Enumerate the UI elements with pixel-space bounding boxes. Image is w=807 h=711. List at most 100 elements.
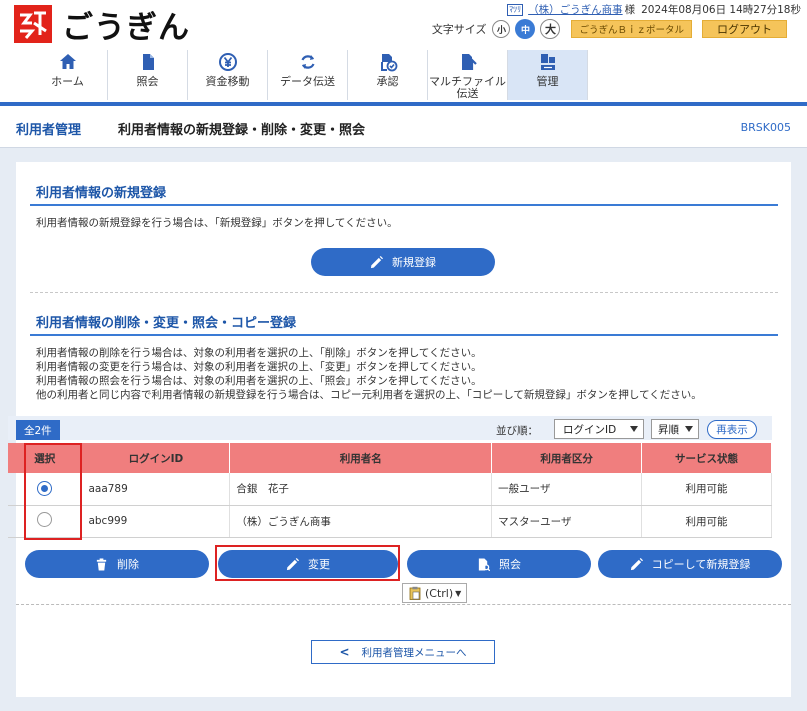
- nav-home-label: ホーム: [51, 75, 84, 88]
- nav-approval-label: 承認: [376, 75, 399, 88]
- font-size-small-button[interactable]: 小: [492, 20, 511, 38]
- yen-transfer-icon: [218, 53, 237, 71]
- nav-data-transmission-label: データ伝送: [280, 75, 335, 88]
- chevron-down-icon: ▼: [455, 588, 462, 598]
- col-service-status: サービス状態: [641, 443, 772, 473]
- trash-icon: [96, 557, 107, 571]
- chevron-down-icon: [630, 426, 638, 432]
- delete-button[interactable]: 削除: [25, 550, 209, 578]
- global-nav: ホーム 照会 資金移動 データ伝送 承認 マルチファイル 伝送 管理: [28, 50, 588, 100]
- approve-icon: [380, 54, 397, 72]
- brand-name: ごうぎん: [62, 9, 190, 46]
- page-titlebar: 利用者管理 利用者情報の新規登録・削除・変更・照会 BRSK005: [0, 106, 807, 148]
- font-size-controls: 文字サイズ 小 中 大 ごうぎんＢｉｚポータル ログアウト: [432, 19, 787, 39]
- sort-order-select[interactable]: 昇順: [651, 419, 699, 439]
- login-id-cell: aaa789: [81, 473, 231, 506]
- main-panel: 利用者情報の新規登録 利用者情報の新規登録を行う場合は、「新規登録」ボタンを押し…: [16, 162, 791, 604]
- sort-label: 並び順：: [496, 425, 538, 437]
- desc-inquiry: 利用者情報の照会を行う場合は、対象の利用者を選択の上、「照会」ボタンを押してくだ…: [36, 375, 482, 387]
- copy-new-label: コピーして新規登録: [651, 558, 751, 571]
- table-row[interactable]: abc999 （株）ごうぎん商事 マスターユーザ 利用可能: [8, 505, 772, 538]
- sort-order-value: 昇順: [658, 423, 679, 436]
- edit-section-title: 利用者情報の削除・変更・照会・コピー登録: [36, 316, 297, 331]
- brand-logo[interactable]: ごうぎん: [14, 4, 190, 46]
- clipboard-icon: [409, 586, 421, 600]
- login-id-cell: abc999: [81, 505, 231, 538]
- chevron-down-icon: [685, 426, 693, 432]
- col-user-category: 利用者区分: [491, 443, 643, 473]
- user-name-cell: 合銀 花子: [229, 473, 493, 506]
- sort-key-value: ログインID: [563, 423, 617, 436]
- table-header-row: 選択 ログインID 利用者名 利用者区分 サービス状態: [8, 443, 772, 473]
- edit-section-rule: [30, 334, 778, 336]
- user-ruby: ﾏﾂﾘ: [507, 3, 524, 16]
- paste-options-label: (Ctrl): [425, 586, 454, 600]
- back-to-user-menu-button[interactable]: < 利用者管理メニューへ: [311, 640, 495, 664]
- new-registration-button[interactable]: 新規登録: [311, 248, 495, 276]
- gougin-logo-icon: [14, 5, 52, 43]
- company-name[interactable]: （株）ごうぎん商事: [528, 2, 623, 17]
- col-login-id: ログインID: [81, 443, 231, 473]
- row-radio-selected[interactable]: [37, 481, 53, 497]
- chevron-left-icon: <: [339, 645, 350, 659]
- document-search-icon: [478, 557, 490, 571]
- user-category-cell: 一般ユーザ: [491, 473, 643, 506]
- breadcrumb: 利用者管理: [16, 123, 82, 138]
- nav-inquiry-label: 照会: [136, 75, 159, 88]
- font-size-large-button[interactable]: 大: [540, 19, 561, 39]
- change-label: 変更: [308, 558, 330, 571]
- new-section-desc: 利用者情報の新規登録を行う場合は、「新規登録」ボタンを押してください。: [36, 217, 398, 229]
- nav-data-transmission[interactable]: データ伝送: [268, 50, 348, 100]
- inquiry-button[interactable]: 照会: [407, 550, 591, 578]
- user-category-cell: マスターユーザ: [491, 505, 643, 538]
- pencil-icon: [370, 255, 383, 268]
- nav-inquiry[interactable]: 照会: [108, 50, 188, 100]
- change-button[interactable]: 変更: [218, 550, 398, 578]
- app-header: ごうぎん ﾏﾂﾘ （株）ごうぎん商事 様 2024年08月06日 14時27分1…: [0, 0, 807, 106]
- nav-admin[interactable]: 管理: [508, 50, 588, 100]
- delete-label: 削除: [117, 558, 139, 571]
- select-cell[interactable]: [8, 473, 83, 506]
- refresh-icon: [300, 55, 315, 69]
- nav-approval[interactable]: 承認: [348, 50, 428, 100]
- nav-fund-transfer[interactable]: 資金移動: [188, 50, 268, 100]
- pencil-icon: [630, 557, 643, 570]
- edit-section-desc: 利用者情報の削除を行う場合は、対象の利用者を選択の上、「削除」ボタンを押してくだ…: [36, 346, 702, 402]
- nav-multifile-label: マルチファイル 伝送: [429, 75, 506, 100]
- service-status-cell: 利用可能: [641, 505, 772, 538]
- select-cell[interactable]: [8, 505, 83, 538]
- total-count-badge: 全2件: [16, 420, 60, 440]
- nav-fund-transfer-label: 資金移動: [205, 75, 250, 88]
- sort-key-select[interactable]: ログインID: [554, 419, 644, 439]
- desc-delete: 利用者情報の削除を行う場合は、対象の利用者を選択の上、「削除」ボタンを押してくだ…: [36, 347, 482, 359]
- nav-admin-label: 管理: [536, 75, 559, 88]
- nav-multifile-transmission[interactable]: マルチファイル 伝送: [428, 50, 508, 100]
- inquiry-label: 照会: [499, 558, 521, 571]
- upload-file-icon: [461, 54, 477, 70]
- pencil-icon: [286, 557, 299, 570]
- home-icon: [59, 54, 76, 69]
- logout-button[interactable]: ログアウト: [702, 20, 787, 38]
- admin-icon: [540, 54, 555, 70]
- user-table: 選択 ログインID 利用者名 利用者区分 サービス状態 aaa789 合銀 花子…: [8, 443, 772, 538]
- honorific: 様: [624, 4, 636, 16]
- paste-options-chip[interactable]: (Ctrl) ▼: [402, 583, 468, 603]
- section-divider: [30, 292, 778, 293]
- desc-change: 利用者情報の変更を行う場合は、対象の利用者を選択の上、「変更」ボタンを押してくだ…: [36, 361, 482, 373]
- redisplay-button[interactable]: 再表示: [707, 420, 757, 439]
- user-name-cell: （株）ごうぎん商事: [229, 505, 493, 538]
- page-title: 利用者情報の新規登録・削除・変更・照会: [118, 123, 366, 138]
- new-section-rule: [30, 204, 778, 206]
- screen-id: BRSK005: [740, 121, 791, 134]
- table-row[interactable]: aaa789 合銀 花子 一般ユーザ 利用可能: [8, 473, 772, 506]
- row-radio[interactable]: [37, 512, 53, 527]
- font-size-label: 文字サイズ: [431, 23, 487, 36]
- col-select: 選択: [8, 443, 83, 473]
- user-info: ﾏﾂﾘ （株）ごうぎん商事 様 2024年08月06日 14時27分18秒: [507, 2, 801, 17]
- desc-copy: 他の利用者と同じ内容で利用者情報の新規登録を行う場合は、コピー元利用者を選択の上…: [36, 389, 702, 401]
- biz-portal-button[interactable]: ごうぎんＢｉｚポータル: [571, 20, 692, 38]
- back-label: 利用者管理メニューへ: [361, 646, 467, 659]
- copy-new-registration-button[interactable]: コピーして新規登録: [598, 550, 782, 578]
- nav-home[interactable]: ホーム: [28, 50, 108, 100]
- font-size-medium-button[interactable]: 中: [515, 19, 536, 39]
